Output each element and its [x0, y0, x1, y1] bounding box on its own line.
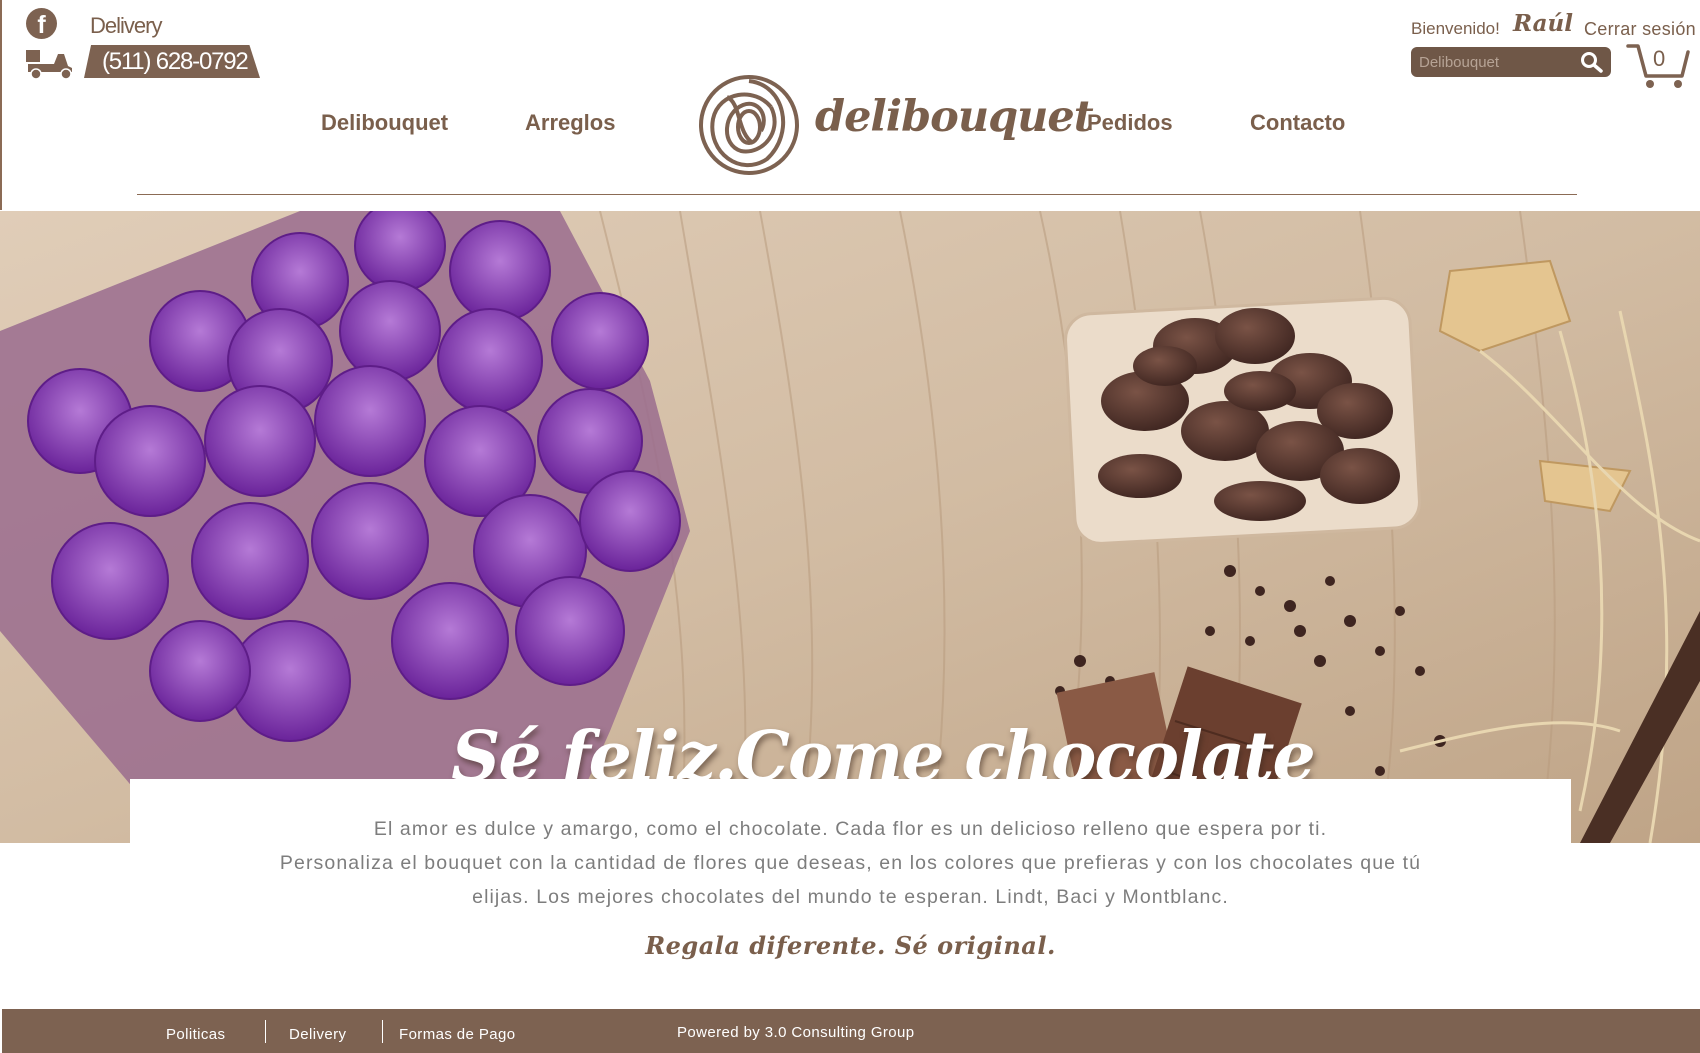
delivery-label: Delivery — [90, 13, 162, 38]
footer-divider — [265, 1020, 266, 1043]
search-icon[interactable] — [1579, 50, 1605, 74]
phone-number[interactable]: (511) 628-0792 — [84, 45, 260, 78]
header-divider — [137, 194, 1577, 195]
description-card: El amor es dulce y amargo, como el choco… — [130, 779, 1571, 1009]
description-line: Personaliza el bouquet con la cantidad d… — [279, 852, 1422, 874]
welcome-text: Bienvenido! — [1411, 19, 1500, 38]
footer-bar: Politicas Delivery Formas de Pago Powere… — [2, 1009, 1700, 1053]
powered-by-text: Powered by 3.0 Consulting Group — [677, 1024, 915, 1041]
description-line: El amor es dulce y amargo, como el choco… — [373, 818, 1328, 840]
nav-pedidos[interactable]: Pedidos — [1087, 110, 1173, 136]
search-bar — [1411, 47, 1611, 77]
footer-divider — [382, 1020, 383, 1043]
description-line: elijas. Los mejores chocolates del mundo… — [472, 886, 1229, 908]
cart-count: 0 — [1653, 46, 1666, 71]
user-name: Raúl — [1513, 10, 1574, 37]
nav-arreglos[interactable]: Arreglos — [525, 110, 615, 136]
left-border — [0, 0, 2, 210]
logout-link[interactable]: Cerrar sesión — [1584, 19, 1696, 40]
scooter-icon — [26, 50, 72, 80]
facebook-icon[interactable]: f — [26, 8, 57, 39]
nav-delibouquet[interactable]: Delibouquet — [321, 110, 448, 136]
slogan: Regala diferente. Sé original. — [645, 931, 1056, 960]
search-input[interactable] — [1415, 49, 1575, 75]
footer-link-delivery[interactable]: Delivery — [289, 1026, 346, 1043]
logo-text[interactable]: delibouquet — [815, 92, 1094, 142]
nav-contacto[interactable]: Contacto — [1250, 110, 1345, 136]
hero-banner: Sé feliz.Come chocolate — [0, 211, 1700, 843]
rose-logo-icon[interactable] — [697, 73, 802, 178]
footer-link-formas-de-pago[interactable]: Formas de Pago — [399, 1026, 516, 1043]
footer-link-politicas[interactable]: Politicas — [166, 1026, 225, 1043]
